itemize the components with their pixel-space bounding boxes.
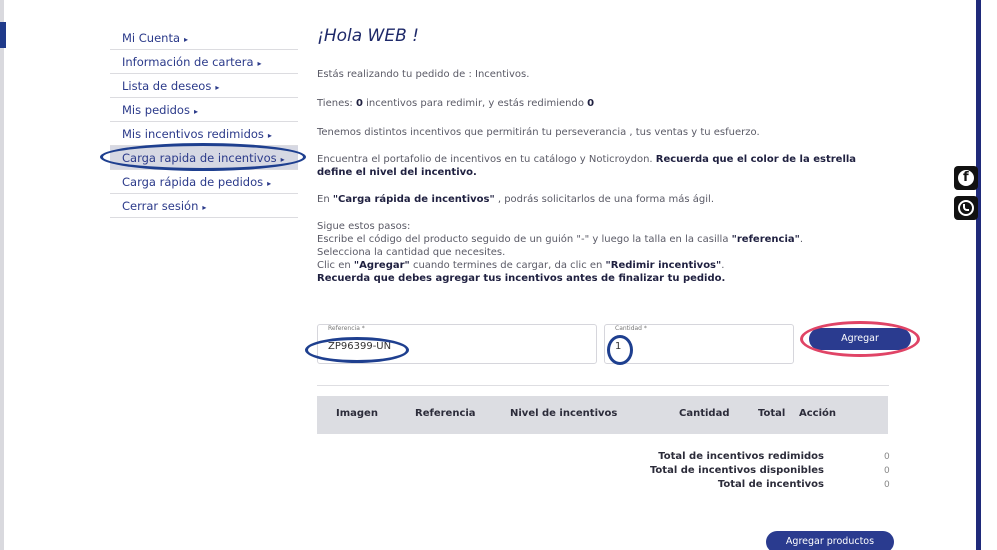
sidebar-item-label: Carga rápida de pedidos: [122, 175, 264, 189]
step-3-mid: cuando termines de cargar, da clic en: [409, 260, 606, 271]
total-redeemed-value: 0: [884, 452, 890, 462]
sidebar-item-label: Mis pedidos: [122, 103, 190, 117]
step-4: Recuerda que debes agregar tus incentivo…: [317, 273, 726, 284]
total-redeemed-label: Total de incentivos redimidos: [658, 451, 824, 462]
column-header-accion: Acción: [799, 408, 837, 419]
carga-paragraph: En "Carga rápida de incentivos" , podrás…: [317, 193, 882, 206]
caret-right-icon: ▸: [267, 179, 272, 188]
step-2: Selecciona la cantidad que necesites.: [317, 247, 506, 258]
sidebar-item-label: Mi Cuenta: [122, 31, 181, 45]
caret-right-icon: ▸: [202, 203, 207, 212]
sidebar-item-label: Lista de deseos: [122, 79, 212, 93]
step-3-prefix: Clic en: [317, 260, 354, 271]
incentives-count: 0: [355, 98, 363, 109]
sidebar-item-cerrar-sesion[interactable]: Cerrar sesión ▸: [110, 194, 298, 218]
highlight-oval: [305, 337, 409, 363]
column-header-referencia: Referencia: [415, 408, 476, 419]
sidebar-item-label: Mis incentivos redimidos: [122, 127, 264, 141]
carga-prefix: En: [317, 194, 333, 205]
step-1: Escribe el código del producto seguido d…: [317, 233, 882, 246]
incentives-redeeming: 0: [587, 98, 595, 109]
add-products-button[interactable]: Agregar productos: [766, 531, 894, 550]
divider: [317, 385, 889, 386]
step-1-end: .: [799, 234, 804, 245]
sidebar-item-label: Carga rapida de incentivos: [122, 151, 277, 165]
quantity-field[interactable]: Cantidad * 1: [604, 324, 794, 364]
column-header-nivel: Nivel de incentivos: [510, 408, 618, 419]
page: Mi Cuenta ▸ Información de cartera ▸ Lista…: [0, 0, 997, 550]
distinct-line: Tenemos distintos incentivos que permiti…: [317, 127, 760, 138]
total-incentives-value: 0: [884, 480, 890, 490]
caret-right-icon: ▸: [184, 35, 189, 44]
whatsapp-icon[interactable]: [954, 196, 978, 220]
sidebar-item-incentivos-redimidos[interactable]: Mis incentivos redimidos ▸: [110, 122, 298, 146]
incentives-table-header: Imagen Referencia Nivel de incentivos Ca…: [317, 396, 888, 434]
caret-right-icon: ▸: [257, 59, 262, 68]
step-3-end: .: [721, 260, 725, 271]
step-1-bold: "referencia": [731, 234, 800, 245]
highlight-oval: [607, 335, 633, 365]
portfolio-paragraph: Encuentra el portafolio de incentivos en…: [317, 153, 882, 179]
incentives-middle: incentivos para redimir, y estás redimie…: [362, 98, 588, 109]
main-content: ¡Hola WEB ! Estás realizando tu pedido d…: [317, 26, 882, 285]
column-header-total: Total: [758, 408, 786, 419]
column-header-imagen: Imagen: [336, 408, 378, 419]
incentives-prefix: Tienes:: [317, 98, 356, 109]
reference-label: Referencia *: [326, 325, 367, 332]
step-3-bold-1: "Agregar": [353, 260, 410, 271]
page-title: ¡Hola WEB !: [317, 26, 419, 46]
caret-right-icon: ▸: [215, 83, 220, 92]
carga-suffix: , podrás solicitarlos de una forma más á…: [494, 194, 715, 205]
sidebar-item-lista-deseos[interactable]: Lista de deseos ▸: [110, 74, 298, 98]
sidebar-item-label: Información de cartera: [122, 55, 254, 69]
facebook-icon[interactable]: f: [954, 166, 978, 190]
order-line: Estás realizando tu pedido de : Incentiv…: [317, 69, 530, 80]
caret-right-icon: ▸: [193, 107, 198, 116]
incentives-line: Tienes: 0 incentivos para redimir, y est…: [317, 97, 882, 110]
sidebar-item-informacion-cartera[interactable]: Información de cartera ▸: [110, 50, 298, 74]
caret-right-icon: ▸: [280, 155, 285, 164]
steps-block: Sigue estos pasos: Escribe el código del…: [317, 220, 882, 285]
steps-title: Sigue estos pasos:: [317, 221, 411, 232]
quantity-label: Cantidad *: [613, 325, 649, 332]
caret-right-icon: ▸: [267, 131, 272, 140]
left-border: [0, 0, 4, 550]
right-accent-bar: [976, 0, 981, 550]
step-3-bold-2: "Redimir incentivos": [605, 260, 722, 271]
column-header-cantidad: Cantidad: [679, 408, 730, 419]
total-incentives-label: Total de incentivos: [717, 479, 824, 490]
carga-bold: "Carga rápida de incentivos": [332, 194, 495, 205]
left-marker: [0, 22, 6, 48]
sidebar-item-carga-rapida-pedidos[interactable]: Carga rápida de pedidos ▸: [110, 170, 298, 194]
highlight-oval: [800, 321, 920, 357]
sidebar-item-mi-cuenta[interactable]: Mi Cuenta ▸: [110, 26, 298, 50]
step-3: Clic en "Agregar" cuando termines de car…: [317, 259, 882, 272]
total-available-value: 0: [884, 466, 890, 476]
account-sidebar: Mi Cuenta ▸ Información de cartera ▸ Lista…: [100, 26, 306, 218]
sidebar-item-label: Cerrar sesión: [122, 199, 199, 213]
sidebar-item-carga-rapida-incentivos[interactable]: Carga rapida de incentivos ▸: [100, 143, 306, 171]
sidebar-item-mis-pedidos[interactable]: Mis pedidos ▸: [110, 98, 298, 122]
step-1-text: Escribe el código del producto seguido d…: [317, 234, 732, 245]
portfolio-text: Encuentra el portafolio de incentivos en…: [317, 154, 656, 165]
total-available-label: Total de incentivos disponibles: [649, 465, 824, 476]
